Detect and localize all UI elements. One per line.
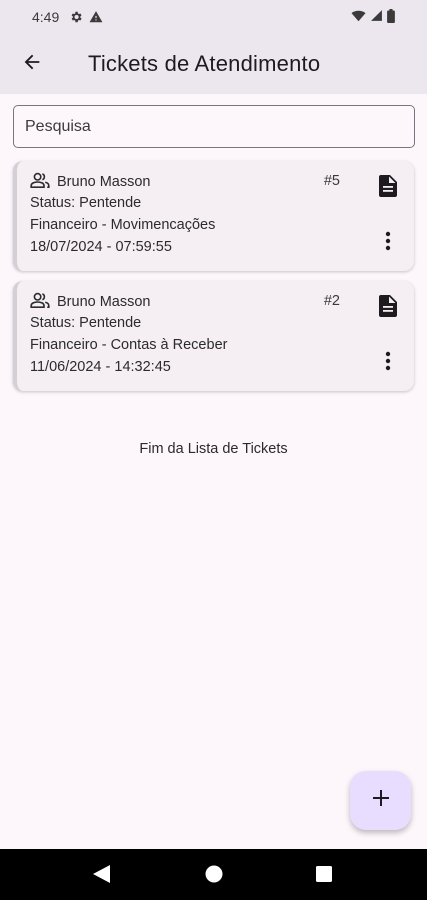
arrow-back-icon (21, 51, 43, 78)
document-icon (379, 174, 397, 202)
people-icon (30, 292, 50, 312)
settings-icon (69, 10, 83, 24)
app-bar: Tickets de Atendimento (0, 34, 427, 94)
more-options-button[interactable] (376, 231, 400, 255)
system-nav-bar (0, 849, 427, 900)
ticket-number: #5 (323, 173, 340, 189)
back-button[interactable] (8, 40, 56, 88)
document-button[interactable] (376, 174, 400, 202)
status-time: 4:49 (32, 9, 60, 25)
ticket-datetime: 11/06/2024 - 14:32:45 (30, 359, 171, 375)
square-recents-icon (316, 866, 332, 887)
add-icon (372, 790, 389, 811)
search-input[interactable] (13, 105, 415, 148)
people-icon (30, 172, 50, 192)
document-button[interactable] (376, 294, 400, 322)
ticket-card[interactable]: Bruno Masson Status: Pentende Financeiro… (13, 281, 414, 391)
ticket-requester: Bruno Masson (30, 172, 151, 192)
ticket-name: Bruno Masson (57, 294, 151, 310)
nav-back-button[interactable] (93, 865, 110, 888)
nav-home-button[interactable] (205, 865, 223, 888)
more-vert-icon (385, 231, 391, 256)
more-vert-icon (385, 351, 391, 376)
battery-icon (387, 8, 395, 26)
more-options-button[interactable] (376, 351, 400, 375)
end-of-list-label: Fim da Lista de Tickets (139, 441, 288, 457)
ticket-requester: Bruno Masson (30, 292, 151, 312)
ticket-department: Financeiro - Contas à Receber (30, 337, 228, 353)
wifi-icon (351, 9, 366, 26)
triangle-back-icon (93, 865, 110, 888)
ticket-number: #2 (323, 293, 340, 309)
nav-recents-button[interactable] (316, 866, 332, 887)
circle-home-icon (205, 865, 223, 888)
ticket-status: Status: Pentende (30, 315, 142, 331)
page-title: Tickets de Atendimento (88, 51, 321, 76)
signal-icon (370, 9, 383, 25)
ticket-status: Status: Pentende (30, 195, 142, 211)
document-icon (379, 294, 397, 322)
status-bar: 4:49 (0, 0, 427, 34)
ticket-datetime: 18/07/2024 - 07:59:55 (30, 239, 172, 255)
ticket-name: Bruno Masson (57, 174, 151, 190)
ticket-department: Financeiro - Movimencações (30, 217, 216, 233)
warning-icon (89, 10, 103, 24)
add-ticket-button[interactable] (350, 771, 411, 830)
ticket-card[interactable]: Bruno Masson Status: Pentende Financeiro… (13, 161, 414, 271)
